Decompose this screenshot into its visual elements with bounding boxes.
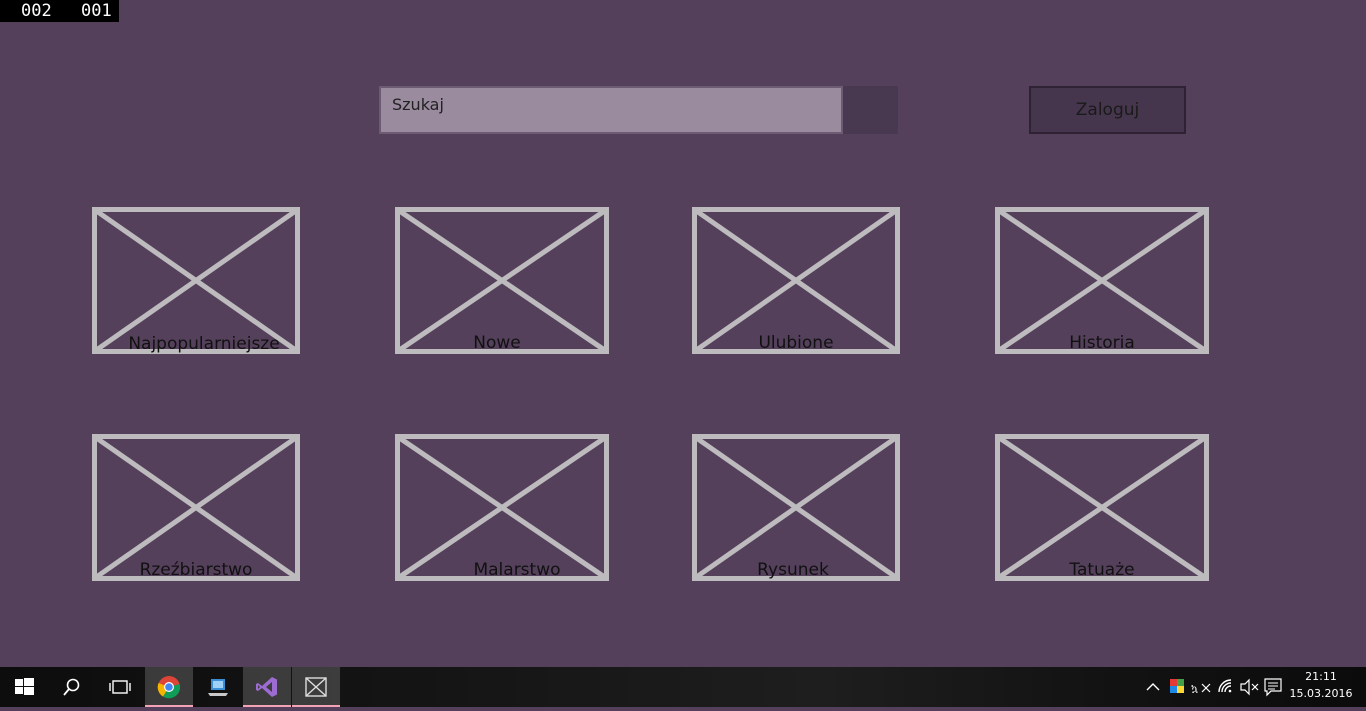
taskbar-computer[interactable] bbox=[194, 667, 242, 707]
search-input[interactable]: Szukaj bbox=[392, 95, 444, 114]
tile-label: Tatuaże bbox=[1069, 560, 1135, 580]
tile-tatuaze[interactable]: Tatuaże bbox=[995, 434, 1209, 581]
image-placeholder-icon bbox=[692, 434, 900, 581]
input-icon: ኳ bbox=[1191, 682, 1211, 695]
frame-counter: 002 001 bbox=[0, 0, 119, 22]
color-app-icon bbox=[1170, 679, 1184, 693]
tile-label: Rysunek bbox=[757, 560, 829, 580]
image-placeholder-icon bbox=[92, 434, 300, 581]
tile-label: Rzeźbiarstwo bbox=[139, 560, 253, 580]
windows-start-icon bbox=[15, 678, 34, 695]
image-placeholder-icon bbox=[995, 207, 1209, 354]
task-view-icon bbox=[109, 680, 131, 694]
taskbar-chrome[interactable] bbox=[145, 667, 193, 707]
taskbar-clock[interactable]: 21:11 15.03.2016 bbox=[1288, 667, 1354, 707]
taskbar: ኳ 21:11 15.03.2016 bbox=[0, 667, 1366, 707]
tile-label: Ulubione bbox=[758, 333, 834, 353]
image-placeholder-icon bbox=[395, 434, 609, 581]
chevron-up-icon bbox=[1146, 683, 1160, 691]
tray-notifications[interactable] bbox=[1262, 667, 1284, 707]
tray-wifi[interactable] bbox=[1215, 667, 1237, 707]
tile-label: Historia bbox=[1069, 333, 1135, 353]
taskbar-current-app[interactable] bbox=[292, 667, 340, 707]
taskbar-visual-studio[interactable] bbox=[243, 667, 291, 707]
image-placeholder-icon bbox=[995, 434, 1209, 581]
tile-nowe[interactable]: Nowe bbox=[395, 207, 609, 354]
tile-label: Najpopularniejsze bbox=[128, 334, 280, 354]
clock-date: 15.03.2016 bbox=[1289, 687, 1353, 700]
frame-counter-b: 001 bbox=[81, 1, 112, 21]
computer-icon bbox=[208, 679, 228, 696]
taskbar-search-button[interactable] bbox=[48, 667, 96, 707]
tile-najpopularniejsze[interactable]: Najpopularniejsze bbox=[92, 207, 300, 354]
svg-text:ኳ: ኳ bbox=[1191, 682, 1198, 695]
app-window: 002 001 Szukaj Zaloguj Najpopularniejsze… bbox=[0, 0, 1366, 667]
tile-malarstwo[interactable]: Malarstwo bbox=[395, 434, 609, 581]
app-placeholder-icon bbox=[305, 677, 327, 697]
clock-time: 21:11 bbox=[1305, 670, 1337, 683]
tile-rzezbiarstwo[interactable]: Rzeźbiarstwo bbox=[92, 434, 300, 581]
search-button[interactable] bbox=[843, 86, 898, 134]
tray-input[interactable]: ኳ bbox=[1189, 667, 1213, 707]
image-placeholder-icon bbox=[395, 207, 609, 354]
tile-label: Nowe bbox=[473, 333, 521, 353]
chrome-icon bbox=[157, 676, 181, 699]
tile-historia[interactable]: Historia bbox=[995, 207, 1209, 354]
search-box[interactable]: Szukaj bbox=[379, 86, 843, 134]
login-button[interactable]: Zaloguj bbox=[1029, 86, 1186, 134]
notifications-icon bbox=[1264, 678, 1282, 697]
wifi-icon bbox=[1218, 679, 1232, 693]
tile-label: Malarstwo bbox=[473, 560, 561, 580]
tile-ulubione[interactable]: Ulubione bbox=[692, 207, 900, 354]
frame-counter-a: 002 bbox=[21, 1, 52, 21]
image-placeholder-icon bbox=[92, 207, 300, 354]
tray-overflow-button[interactable] bbox=[1142, 667, 1164, 707]
volume-muted-icon bbox=[1240, 678, 1259, 696]
tray-color-app[interactable] bbox=[1166, 667, 1188, 707]
task-view-button[interactable] bbox=[96, 667, 144, 707]
start-button[interactable] bbox=[0, 667, 48, 707]
tray-volume[interactable] bbox=[1238, 667, 1260, 707]
image-placeholder-icon bbox=[692, 207, 900, 354]
visual-studio-icon bbox=[256, 677, 277, 697]
tile-rysunek[interactable]: Rysunek bbox=[692, 434, 900, 581]
search-icon bbox=[63, 678, 80, 696]
